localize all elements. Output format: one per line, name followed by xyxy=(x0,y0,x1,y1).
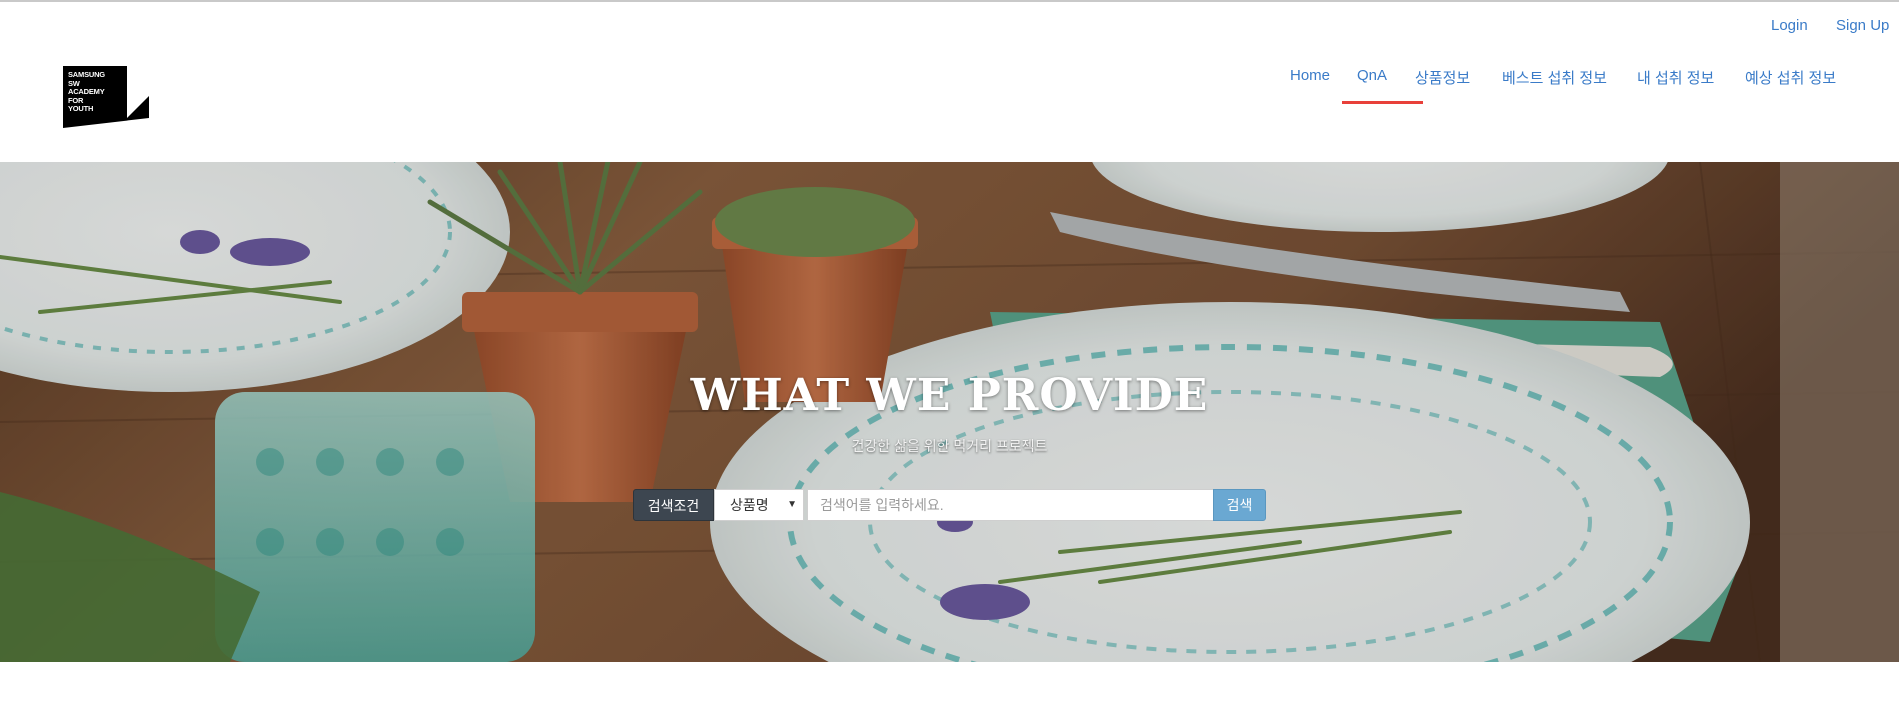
nav-active-indicator xyxy=(1342,101,1423,104)
login-link[interactable]: Login xyxy=(1771,17,1808,34)
nav-item-product-info[interactable]: 상품정보 xyxy=(1415,67,1470,88)
hero-banner: WHAT WE PROVIDE 건강한 삶을 위한 먹거리 프로젝트 검색조건 … xyxy=(0,162,1899,662)
search-input[interactable] xyxy=(807,489,1217,521)
nav-item-qna[interactable]: QnA xyxy=(1357,67,1387,84)
nav-item-expected-intake[interactable]: 예상 섭취 정보 xyxy=(1745,67,1836,88)
chevron-down-icon: ▼ xyxy=(787,499,797,510)
nav-item-best-intake[interactable]: 베스트 섭취 정보 xyxy=(1502,67,1607,88)
signup-link[interactable]: Sign Up xyxy=(1836,17,1889,34)
search-condition-label: 검색조건 xyxy=(633,489,714,521)
search-condition-value: 상품명 xyxy=(730,497,769,513)
logo-tail xyxy=(63,118,149,128)
hero-subtitle: 건강한 삶을 위한 먹거리 프로젝트 xyxy=(851,438,1048,454)
search-button[interactable]: 검색 xyxy=(1213,489,1266,521)
logo-tail-corner xyxy=(127,96,149,118)
logo-text: SAMSUNG SW ACADEMY FOR YOUTH xyxy=(68,70,105,114)
samsung-sw-academy-logo[interactable]: SAMSUNG SW ACADEMY FOR YOUTH xyxy=(63,66,149,128)
nav-item-my-intake[interactable]: 내 섭취 정보 xyxy=(1637,67,1714,88)
nav-item-home[interactable]: Home xyxy=(1290,67,1330,84)
hero-title: WHAT WE PROVIDE xyxy=(690,370,1209,421)
search-condition-select[interactable]: 상품명 ▼ xyxy=(714,489,804,521)
top-border xyxy=(0,0,1899,2)
